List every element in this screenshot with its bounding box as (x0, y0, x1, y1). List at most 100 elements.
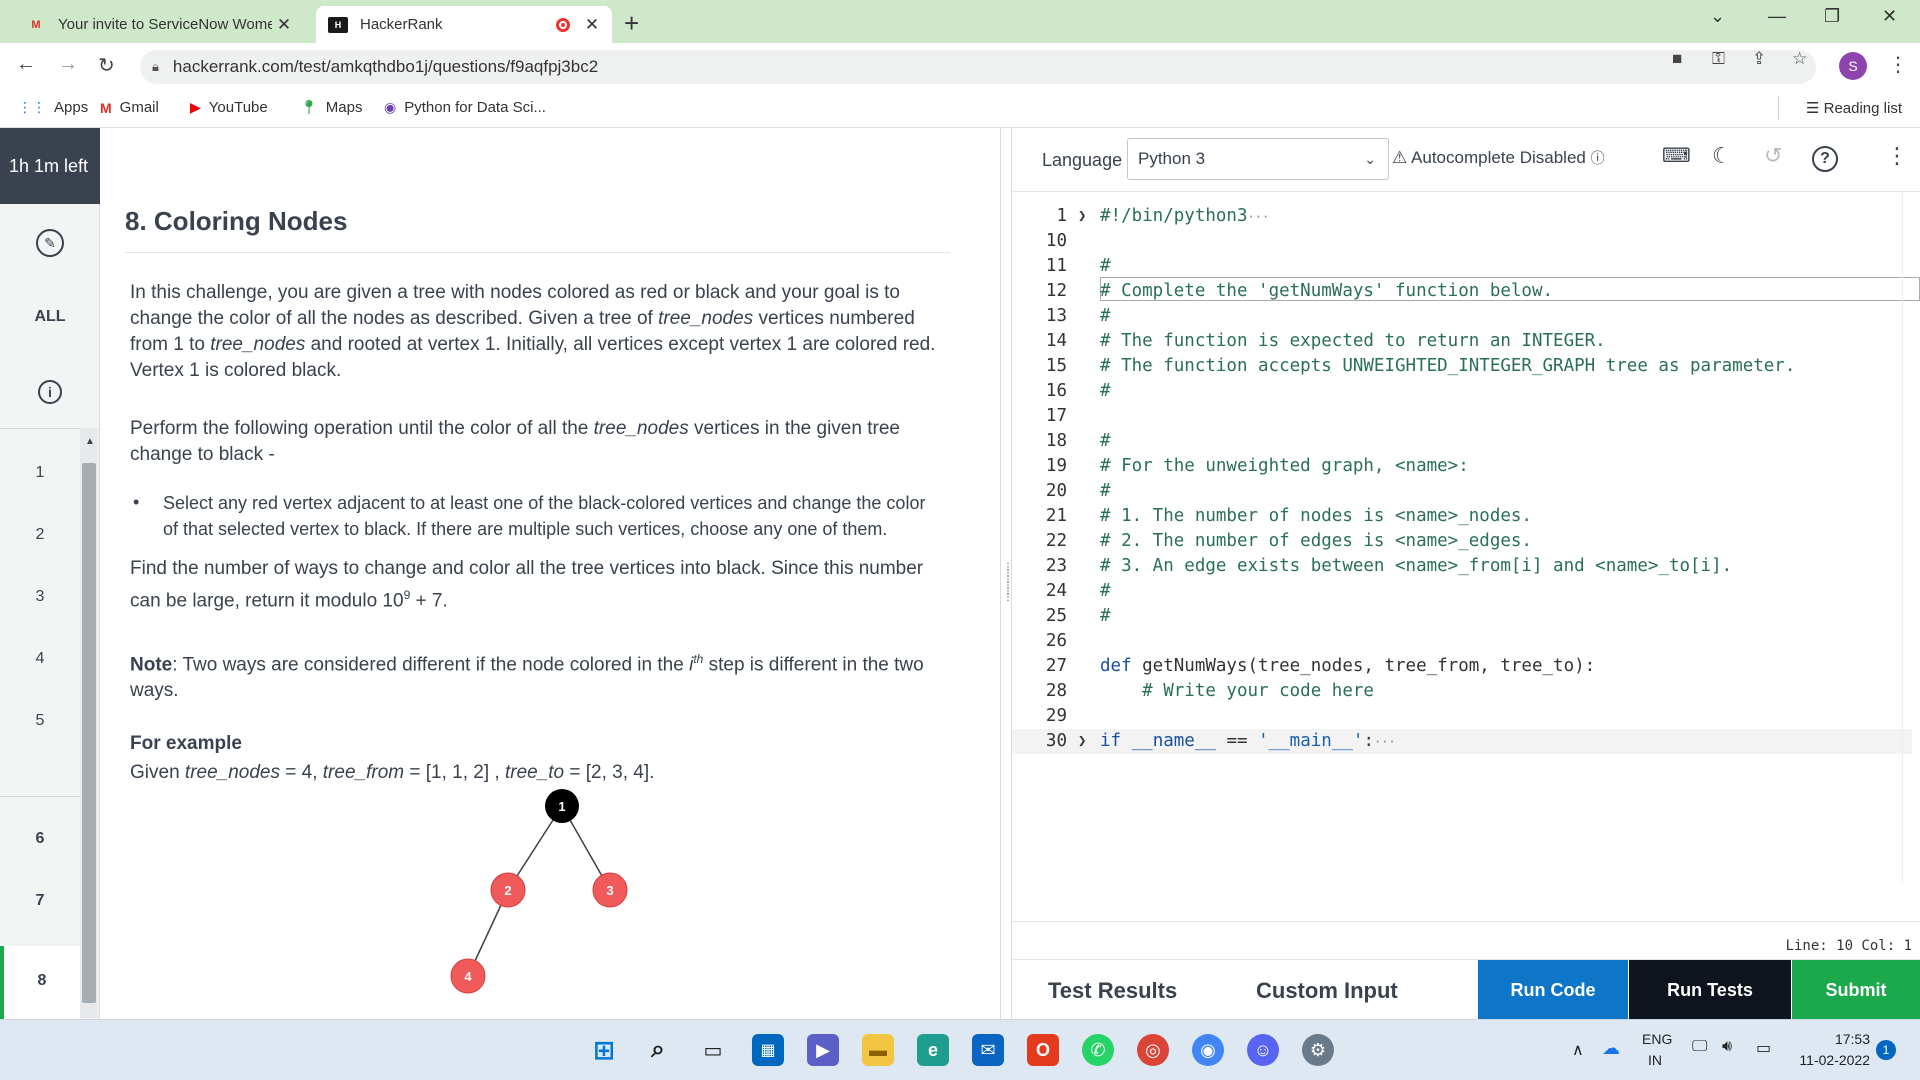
clock-time[interactable]: 17:53 (1810, 1031, 1870, 1047)
key-icon[interactable]: ⚿ (1712, 49, 1725, 69)
code-line[interactable]: 13 # (1012, 304, 1912, 329)
code-line[interactable]: 29 (1012, 704, 1912, 729)
whatsapp-icon[interactable]: ✆ (1082, 1034, 1114, 1066)
code-line[interactable]: 16 # (1012, 379, 1912, 404)
notification-badge[interactable]: 1 (1876, 1040, 1896, 1060)
back-button[interactable]: ← (16, 53, 36, 76)
run-tests-button[interactable]: Run Tests (1629, 960, 1791, 1020)
close-tab-icon[interactable]: ✕ (580, 15, 604, 35)
clock-date[interactable]: 11-02-2022 (1792, 1052, 1870, 1068)
submit-button[interactable]: Submit (1792, 960, 1920, 1020)
fold-arrow-icon[interactable]: ❯ (1078, 204, 1086, 229)
profile-avatar[interactable]: S (1839, 52, 1867, 80)
code-line[interactable]: 11 # (1012, 254, 1912, 279)
bookmark-star-icon[interactable]: ☆ (1792, 49, 1807, 69)
code-line[interactable]: 1 ❯ #!/bin/python3··· (1012, 204, 1912, 229)
run-code-button[interactable]: Run Code (1478, 960, 1628, 1020)
question-5[interactable]: 5 (0, 696, 80, 756)
folded-ellipsis-icon[interactable]: ··· (1374, 735, 1396, 749)
question-6[interactable]: 6 (0, 814, 80, 874)
office-icon[interactable]: O (1027, 1034, 1059, 1066)
tab-search-icon[interactable]: ⌄ (1710, 6, 1725, 27)
dark-mode-icon[interactable]: ☾ (1712, 143, 1732, 169)
code-line[interactable]: 27 def getNumWays(tree_nodes, tree_from, … (1012, 654, 1912, 679)
tab-hackerrank[interactable]: H HackerRank ✕ (316, 6, 612, 43)
question-4[interactable]: 4 (0, 634, 80, 694)
language-select[interactable]: Python 3 ⌄ (1127, 138, 1389, 180)
discord-icon[interactable]: ☺ (1247, 1034, 1279, 1066)
settings-gear-icon[interactable]: ⚙ (1302, 1034, 1334, 1066)
code-line[interactable]: 19 # For the unweighted graph, <name>: (1012, 454, 1912, 479)
editor-scrollbar[interactable] (1902, 192, 1920, 882)
windows-start-icon[interactable]: ⊞ (588, 1034, 620, 1066)
autocomplete-toggle[interactable]: ⚠ Autocomplete Disabled ⓘ (1392, 148, 1605, 168)
close-window-button[interactable]: ✕ (1882, 6, 1897, 27)
tab-custom-input[interactable]: Custom Input (1256, 978, 1398, 1004)
search-icon[interactable]: ⌕ (642, 1034, 674, 1066)
new-tab-button[interactable]: + (624, 8, 639, 39)
rail-scroll-thumb[interactable] (82, 463, 96, 1003)
chevron-up-icon[interactable]: ∧ (1572, 1040, 1584, 1060)
camera-icon[interactable]: ■ (1672, 49, 1682, 69)
tab-gmail[interactable]: M Your invite to ServiceNow Wome ✕ (14, 6, 304, 43)
mail-icon[interactable]: ✉ (972, 1034, 1004, 1066)
reload-button[interactable]: ↻ (98, 53, 115, 78)
code-line[interactable]: 26 (1012, 629, 1912, 654)
code-line[interactable]: 14 # The function is expected to return a… (1012, 329, 1912, 354)
file-explorer-icon[interactable]: ▬ (862, 1034, 894, 1066)
edge-browser-icon[interactable]: e (917, 1034, 949, 1066)
task-view-icon[interactable]: ▭ (697, 1034, 729, 1066)
share-icon[interactable]: ⇪ (1752, 49, 1766, 69)
browser-menu-icon[interactable]: ⋮ (1888, 52, 1908, 77)
folded-ellipsis-icon[interactable]: ··· (1248, 210, 1270, 224)
help-icon[interactable]: ? (1812, 143, 1838, 172)
bookmark-gmail[interactable]: M Gmail (100, 99, 159, 116)
input-language-line1[interactable]: ENG (1642, 1031, 1672, 1047)
history-icon[interactable]: ↺ (1764, 143, 1782, 169)
code-line[interactable]: 28 # Write your code here (1012, 679, 1912, 704)
fold-arrow-icon[interactable]: ❯ (1078, 729, 1086, 754)
question-8-active[interactable]: 8 (0, 946, 80, 1019)
question-1[interactable]: 1 (0, 448, 80, 508)
restore-button[interactable]: ❐ (1824, 6, 1840, 27)
chrome-icon[interactable]: ◎ (1137, 1034, 1169, 1066)
network-icon[interactable]: 🖵︎ (1692, 1038, 1707, 1056)
widgets-icon[interactable]: ▦ (752, 1034, 784, 1066)
minimize-button[interactable]: — (1768, 6, 1786, 27)
editor-menu-icon[interactable]: ⋮ (1886, 143, 1908, 169)
battery-icon[interactable]: ▭ (1756, 1038, 1771, 1058)
code-line[interactable]: 25 # (1012, 604, 1912, 629)
bookmark-apps[interactable]: ⋮⋮ Apps (18, 99, 88, 116)
code-line[interactable]: 21 # 1. The number of nodes is <name>_nod… (1012, 504, 1912, 529)
code-line[interactable]: 10 (1012, 229, 1912, 254)
forward-button[interactable]: → (58, 53, 78, 76)
tab-test-results[interactable]: Test Results (1048, 978, 1177, 1004)
address-bar[interactable]: 🔒︎ hackerrank.com/test/amkqthdbo1j/quest… (140, 50, 1816, 84)
code-line[interactable]: 12 # Complete the 'getNumWays' function b… (1012, 279, 1912, 304)
bookmark-python-data-science[interactable]: ◉ Python for Data Sci... (384, 99, 546, 116)
code-line[interactable]: 30 ❯ if __name__ == '__main__':··· (1012, 729, 1912, 754)
code-line[interactable]: 24 # (1012, 579, 1912, 604)
info-icon[interactable]: i (0, 380, 100, 404)
reading-list-button[interactable]: ☰ Reading list (1806, 99, 1902, 117)
onedrive-cloud-icon[interactable]: ☁ (1602, 1038, 1620, 1059)
code-line[interactable]: 23 # 3. An edge exists between <name>_fro… (1012, 554, 1912, 579)
code-line[interactable]: 15 # The function accepts UNWEIGHTED_INTE… (1012, 354, 1912, 379)
code-area[interactable]: 1 ❯ #!/bin/python3··· 10 11 #12 # Complete the… (1012, 192, 1920, 882)
input-language-line2[interactable]: IN (1648, 1052, 1662, 1068)
bookmark-maps[interactable]: 📍︎ Maps (300, 99, 362, 116)
question-7[interactable]: 7 (0, 876, 80, 936)
code-line[interactable]: 20 # (1012, 479, 1912, 504)
teams-chat-icon[interactable]: ▶ (807, 1034, 839, 1066)
all-questions-button[interactable]: ALL (0, 308, 100, 326)
chrome-profile-icon[interactable]: ◉ (1192, 1034, 1224, 1066)
code-line[interactable]: 22 # 2. The number of edges is <name>_edg… (1012, 529, 1912, 554)
close-tab-icon[interactable]: ✕ (272, 15, 296, 35)
code-line[interactable]: 18 # (1012, 429, 1912, 454)
keyboard-icon[interactable]: ⌨ (1662, 143, 1691, 168)
hackerrank-logo-icon[interactable]: ✎ (0, 228, 100, 257)
code-line[interactable]: 17 (1012, 404, 1912, 429)
drag-handle-icon[interactable]: ⋮ ⋮ ⋮ ⋮ ⋮ ⋮ (1003, 563, 1013, 613)
bookmark-youtube[interactable]: ▶ YouTube (190, 99, 268, 116)
question-2[interactable]: 2 (0, 510, 80, 570)
